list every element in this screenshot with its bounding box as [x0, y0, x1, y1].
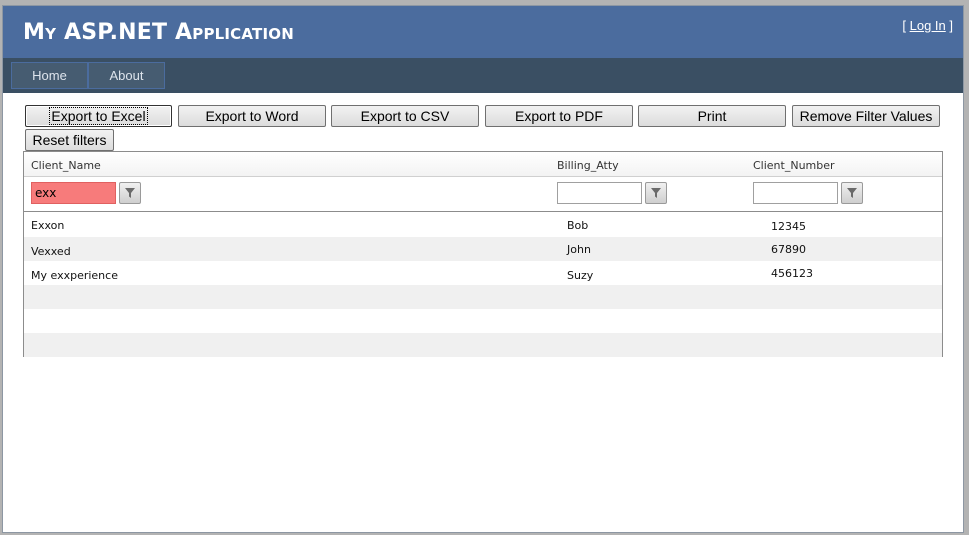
column-header-client-number[interactable]: Client_Number — [753, 159, 835, 172]
client-name-filter-input[interactable] — [31, 182, 116, 204]
cell-client-name: My exxperience — [31, 269, 118, 282]
export-excel-button[interactable]: Export to Excel — [25, 105, 172, 127]
grid-filter-row — [24, 178, 942, 212]
table-row-empty — [24, 333, 942, 357]
table-row-empty — [24, 309, 942, 333]
cell-billing-atty: Suzy — [567, 269, 594, 282]
grid-header-row: Client_Name Billing_Atty Client_Number — [24, 152, 942, 177]
filter-funnel-icon — [651, 188, 661, 198]
cell-client-name: Exxon — [31, 219, 65, 232]
page-header: My ASP.NET Application [ Log In ] — [3, 6, 963, 58]
client-number-filter-input[interactable] — [753, 182, 838, 204]
login-prefix: [ — [902, 18, 910, 33]
login-suffix: ] — [945, 18, 953, 33]
billing-atty-filter-button[interactable] — [645, 182, 667, 204]
login-link[interactable]: Log In — [910, 18, 946, 33]
remove-filter-values-button[interactable]: Remove Filter Values — [792, 105, 940, 127]
filter-funnel-icon — [847, 188, 857, 198]
cell-client-number: 456123 — [771, 267, 813, 280]
clients-grid: Client_Name Billing_Atty Client_Number E… — [23, 151, 943, 357]
main-menu: Home About — [3, 58, 963, 93]
menu-item-about[interactable]: About — [88, 62, 165, 89]
grid-body: Exxon Bob 12345 Vexxed John 67890 My exx… — [24, 213, 942, 357]
export-csv-button[interactable]: Export to CSV — [331, 105, 479, 127]
app-title: My ASP.NET Application — [23, 20, 294, 45]
column-header-client-name[interactable]: Client_Name — [31, 159, 101, 172]
export-pdf-button[interactable]: Export to PDF — [485, 105, 633, 127]
billing-atty-filter-input[interactable] — [557, 182, 642, 204]
login-area: [ Log In ] — [902, 18, 953, 33]
table-row[interactable]: My exxperience Suzy 456123 — [24, 261, 942, 285]
cell-billing-atty: John — [567, 243, 591, 256]
export-word-button[interactable]: Export to Word — [178, 105, 326, 127]
filter-funnel-icon — [125, 188, 135, 198]
cell-billing-atty: Bob — [567, 219, 589, 232]
table-row[interactable]: Exxon Bob 12345 — [24, 213, 942, 237]
cell-client-name: Vexxed — [31, 245, 71, 258]
print-button[interactable]: Print — [638, 105, 786, 127]
menu-item-home[interactable]: Home — [11, 62, 88, 89]
reset-filters-button[interactable]: Reset filters — [25, 129, 114, 151]
cell-client-number: 67890 — [771, 243, 806, 256]
client-number-filter-button[interactable] — [841, 182, 863, 204]
cell-client-number: 12345 — [771, 220, 806, 233]
app-window: My ASP.NET Application [ Log In ] Home A… — [2, 5, 964, 533]
table-row-empty — [24, 285, 942, 309]
table-row[interactable]: Vexxed John 67890 — [24, 237, 942, 261]
client-name-filter-button[interactable] — [119, 182, 141, 204]
column-header-billing-atty[interactable]: Billing_Atty — [557, 159, 619, 172]
export-excel-label: Export to Excel — [49, 107, 148, 125]
